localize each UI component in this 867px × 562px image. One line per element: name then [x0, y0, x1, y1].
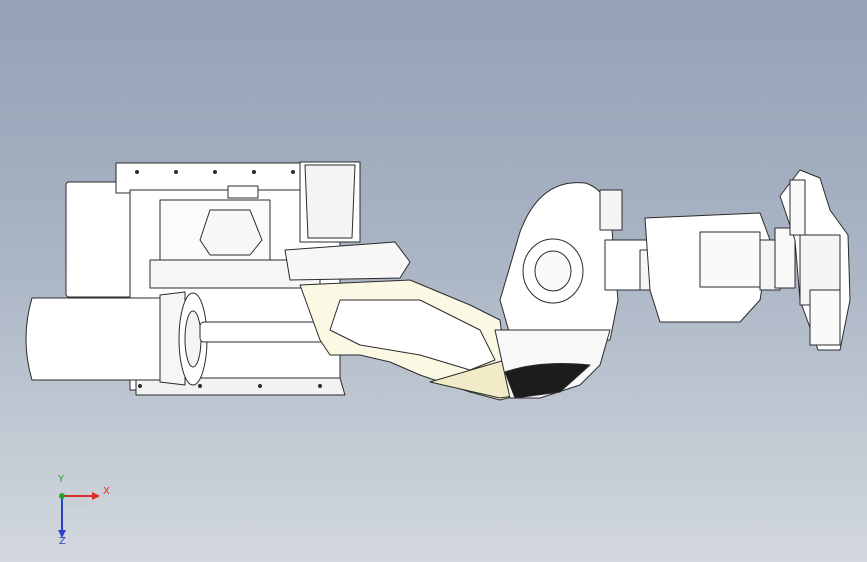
robot-arm-model[interactable]	[0, 0, 867, 562]
cad-viewport[interactable]: X Y Z	[0, 0, 867, 562]
elbow-joint[interactable]	[494, 182, 623, 399]
z-axis-label: Z	[59, 536, 66, 547]
wrist-flange[interactable]	[774, 169, 851, 351]
coordinate-triad: X Y Z	[40, 474, 120, 550]
forearm[interactable]	[604, 212, 781, 323]
y-axis-label: Y	[58, 474, 65, 485]
x-axis-label: X	[103, 486, 110, 497]
